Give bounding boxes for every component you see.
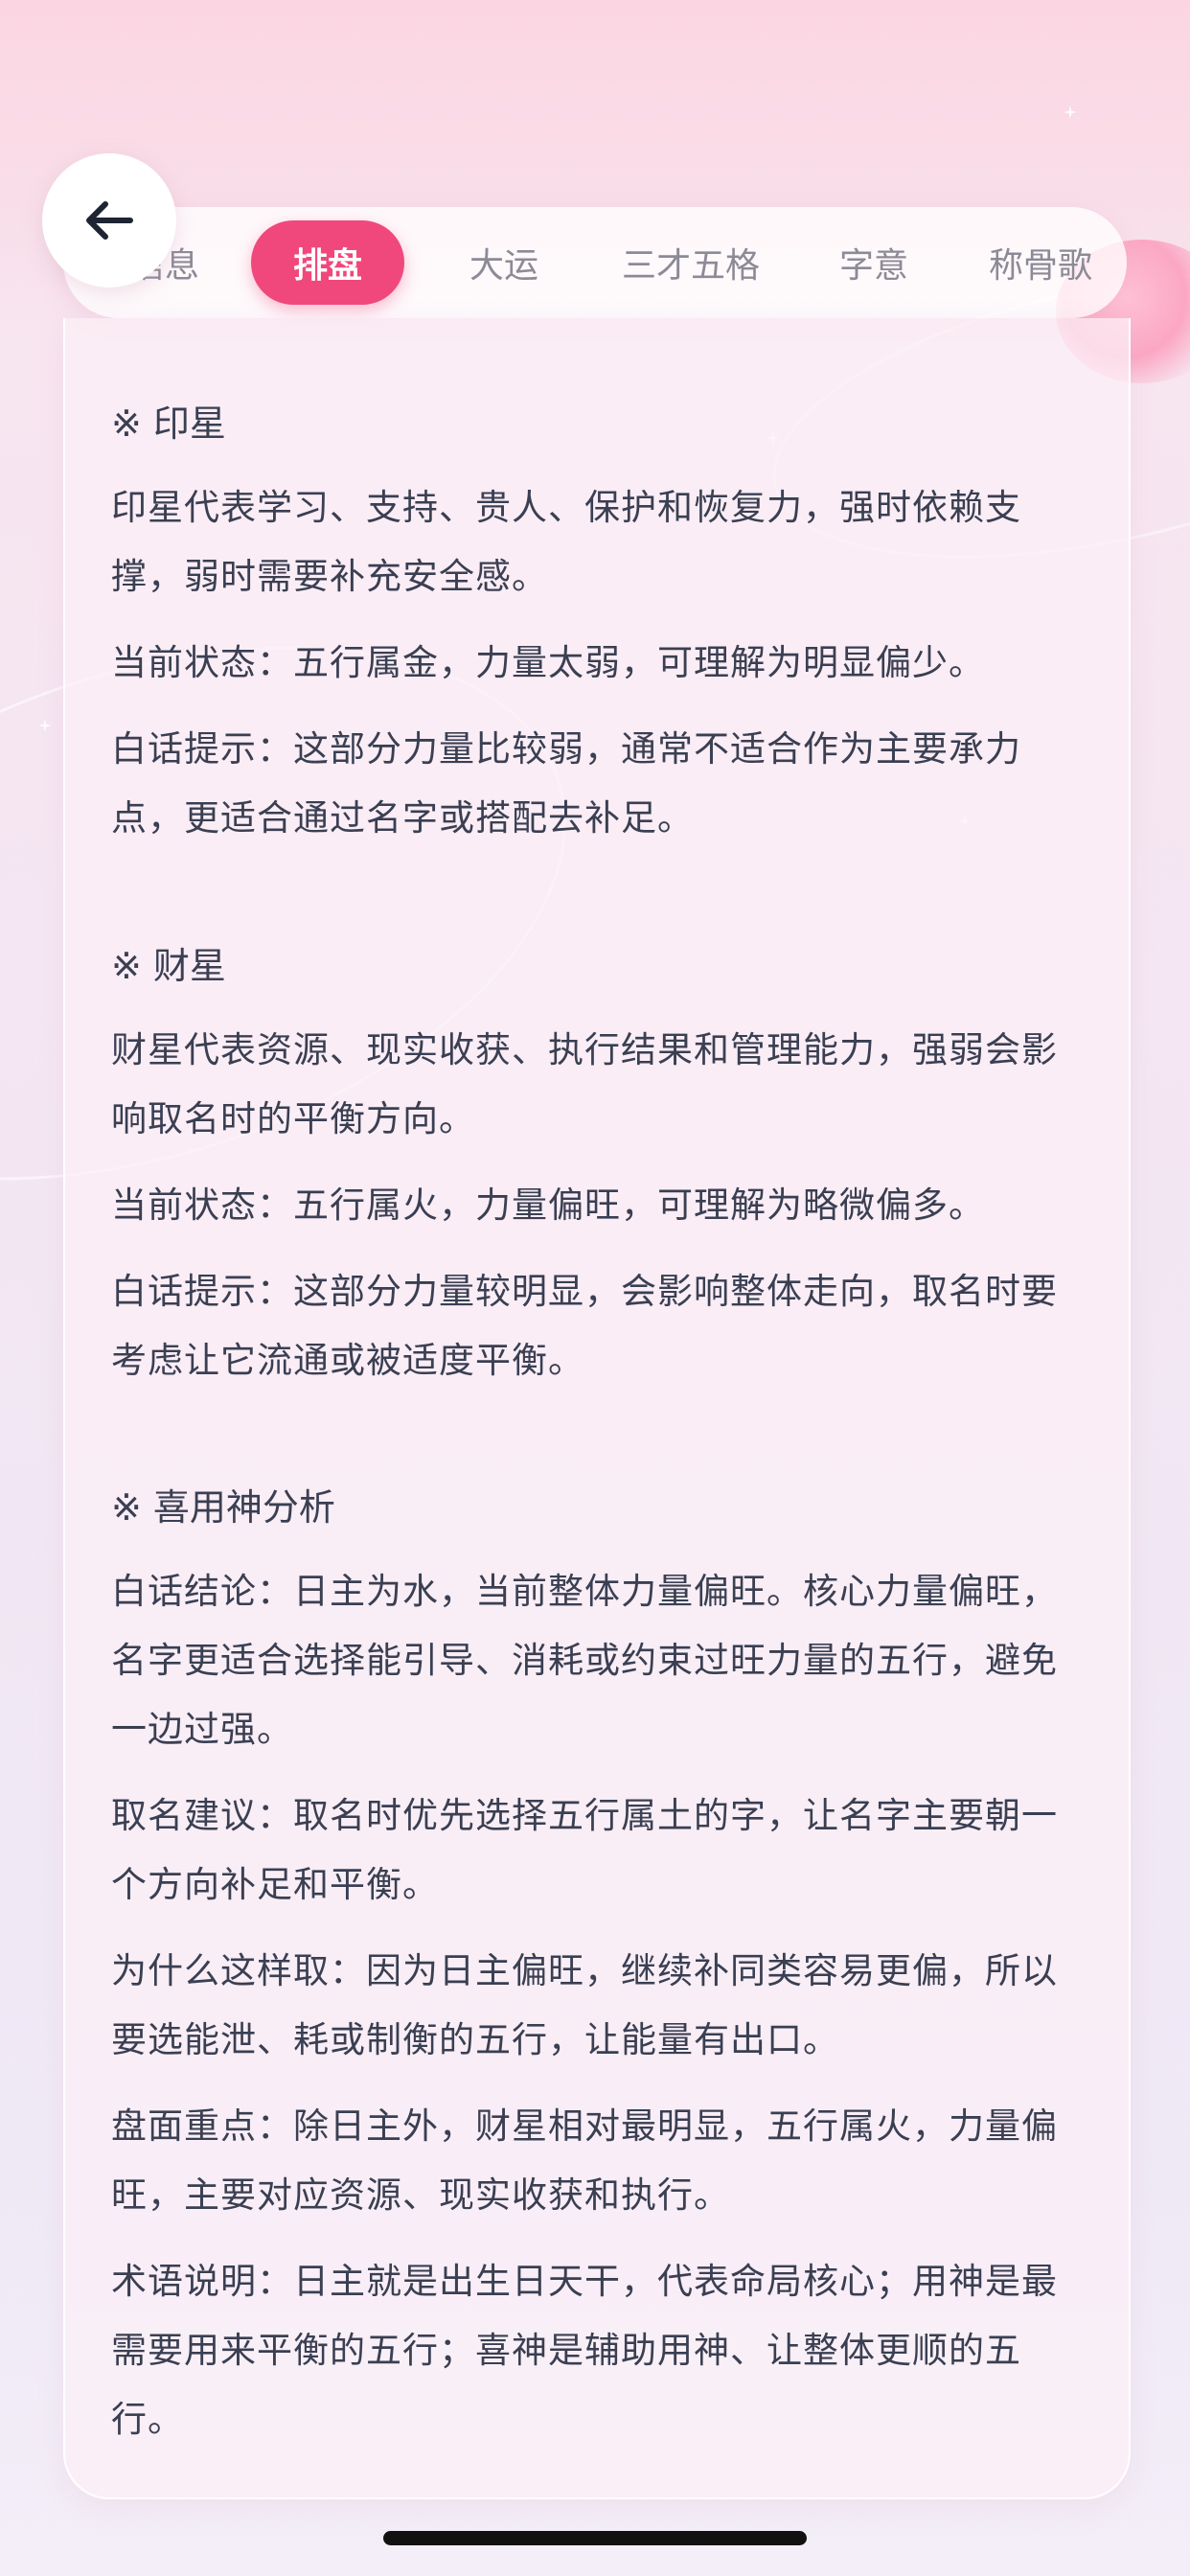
section-paragraph: 当前状态：五行属火，力量偏旺，可理解为略微偏多。	[111, 1184, 985, 1226]
section-caixing: ※ 财星 财星代表资源、现实收获、执行结果和管理能力，强弱会影响取名时的平衡方向…	[111, 939, 1060, 1395]
section-paragraph: 财星代表资源、现实收获、执行结果和管理能力，强弱会影响取名时的平衡方向。	[111, 1029, 1058, 1139]
section-paragraph: 当前状态：五行属金，力量太弱，可理解为明显偏少。	[111, 642, 985, 683]
tab-paipan[interactable]: 排盘	[251, 220, 404, 305]
section-xiyongshen: ※ 喜用神分析 白话结论：日主为水，当前整体力量偏旺。核心力量偏旺，名字更适合选…	[111, 1481, 1060, 2454]
tab-dayun[interactable]: 大运	[427, 220, 581, 305]
section-paragraph: 术语说明：日主就是出生日天干，代表命局核心；用神是最需要用来平衡的五行；喜神是辅…	[111, 2261, 1058, 2440]
section-paragraph: 取名建议：取名时优先选择五行属土的字，让名字主要朝一个方向补足和平衡。	[111, 1795, 1058, 1905]
section-paragraph: 白话结论：日主为水，当前整体力量偏旺。核心力量偏旺，名字更适合选择能引导、消耗或…	[111, 1571, 1058, 1750]
tab-bar: 信息 排盘 大运 三才五格 字意 称骨歌	[63, 207, 1127, 318]
tab-label: 大运	[469, 246, 538, 286]
section-title: ※ 喜用神分析	[111, 1486, 335, 1529]
section-title: ※ 印星	[111, 402, 226, 445]
back-button[interactable]	[42, 153, 176, 288]
tab-ziyi[interactable]: 字意	[797, 220, 950, 305]
section-yinxing: ※ 印星 印星代表学习、支持、贵人、保护和恢复力，强时依赖支撑，弱时需要补充安全…	[111, 397, 1060, 853]
tab-label: 排盘	[292, 246, 362, 286]
section-paragraph: 为什么这样取：因为日主偏旺，继续补同类容易更偏，所以要选能泄、耗或制衡的五行，让…	[111, 1950, 1058, 2060]
section-paragraph: 白话提示：这部分力量比较弱，通常不适合作为主要承力点，更适合通过名字或搭配去补足…	[111, 728, 1021, 839]
tab-label: 三才五格	[621, 246, 760, 286]
section-title: ※ 财星	[111, 945, 226, 987]
section-paragraph: 印星代表学习、支持、贵人、保护和恢复力，强时依赖支撑，弱时需要补充安全感。	[111, 487, 1021, 597]
section-paragraph: 盘面重点：除日主外，财星相对最明显，五行属火，力量偏旺，主要对应资源、现实收获和…	[111, 2105, 1058, 2216]
arrow-left-icon	[86, 201, 133, 240]
home-indicator[interactable]	[383, 2531, 807, 2545]
tab-chenggu-ge[interactable]: 称骨歌	[954, 220, 1127, 305]
tab-label: 称骨歌	[988, 246, 1092, 286]
tab-label: 字意	[838, 246, 908, 286]
section-paragraph: 白话提示：这部分力量较明显，会影响整体走向，取名时要考虑让它流通或被适度平衡。	[111, 1271, 1058, 1381]
tab-sancai-wuge[interactable]: 三才五格	[585, 220, 796, 305]
